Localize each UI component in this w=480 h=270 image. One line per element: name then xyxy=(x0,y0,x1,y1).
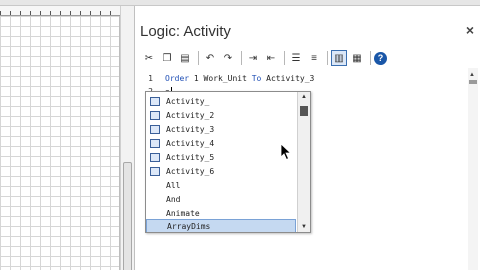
help-icon[interactable]: ? xyxy=(374,51,387,65)
item-label: Activity_6 xyxy=(166,166,215,176)
autocomplete-item[interactable]: Activity_ xyxy=(146,94,296,108)
scroll-down-icon[interactable]: ▼ xyxy=(301,224,307,230)
editor-scroll-thumb[interactable] xyxy=(469,80,477,84)
autocomplete-item[interactable]: Activity_5 xyxy=(146,150,296,164)
code-text: Order 1 Work_Unit To Activity_3 xyxy=(165,74,314,86)
object-icon xyxy=(150,166,160,176)
list-icon[interactable]: ▦ xyxy=(349,50,365,66)
code-fragment: Activity_3 xyxy=(261,74,315,83)
autocomplete-item[interactable]: Activity_6 xyxy=(146,164,296,178)
editor-scrollbar[interactable]: ▲ xyxy=(468,68,478,270)
toolbar-separator xyxy=(241,51,242,65)
popup-scroll-thumb[interactable] xyxy=(300,106,308,116)
item-label: Activity_3 xyxy=(166,124,215,134)
code-fragment: 1 Work_Unit xyxy=(189,74,252,83)
undo-icon[interactable]: ↶ xyxy=(202,50,218,66)
comment-icon[interactable]: ☰ xyxy=(288,50,304,66)
ruler xyxy=(0,6,120,16)
layout-canvas[interactable] xyxy=(0,6,120,270)
uncomment-icon[interactable]: ≡ xyxy=(306,50,322,66)
autocomplete-item[interactable]: All xyxy=(146,178,296,192)
scroll-up-icon[interactable]: ▲ xyxy=(301,94,307,100)
object-icon xyxy=(150,110,160,120)
item-label: Activity_5 xyxy=(166,152,215,162)
scroll-up-icon[interactable]: ▲ xyxy=(469,72,475,78)
window-title: Logic: Activity xyxy=(140,23,231,40)
toolbar-separator xyxy=(198,51,199,65)
redo-icon[interactable]: ↷ xyxy=(220,50,236,66)
item-label: Activity_ xyxy=(166,96,210,106)
item-label: All xyxy=(166,180,181,190)
indent-icon[interactable]: ⇥ xyxy=(245,50,261,66)
object-icon xyxy=(150,96,160,106)
keyword-to: To xyxy=(251,74,262,83)
toolbar-separator xyxy=(284,51,285,65)
canvas-scroll-thumb[interactable] xyxy=(123,162,132,270)
item-label: And xyxy=(166,194,181,204)
toggle-icon[interactable]: ▥ xyxy=(331,50,347,66)
object-icon xyxy=(150,138,160,148)
canvas-scrollbar[interactable] xyxy=(120,6,134,270)
item-label: Animate xyxy=(166,208,200,218)
toolbar-separator xyxy=(327,51,328,65)
item-label: Activity_4 xyxy=(166,138,215,148)
item-label: ArrayDims xyxy=(167,221,211,231)
editor-toolbar: ✂ ❐ ▤ ↶ ↷ ⇥ ⇤ ☰ ≡ ▥ ▦ ? xyxy=(141,48,387,68)
app-root: Logic: Activity × ✂ ❐ ▤ ↶ ↷ ⇥ ⇤ ☰ ≡ ▥ ▦ … xyxy=(0,0,480,270)
item-label: Activity_2 xyxy=(166,110,215,120)
autocomplete-popup[interactable]: Activity_ Activity_2 Activity_3 Activity… xyxy=(145,91,311,233)
autocomplete-item[interactable]: Activity_4 xyxy=(146,136,296,150)
copy-icon[interactable]: ❐ xyxy=(159,50,175,66)
autocomplete-item[interactable]: Activity_2 xyxy=(146,108,296,122)
object-icon xyxy=(150,152,160,162)
autocomplete-item-selected[interactable]: ArrayDims xyxy=(146,219,296,232)
autocomplete-item[interactable]: Animate xyxy=(146,206,296,220)
paste-icon[interactable]: ▤ xyxy=(177,50,193,66)
autocomplete-item[interactable]: And xyxy=(146,192,296,206)
cut-icon[interactable]: ✂ xyxy=(141,50,157,66)
mouse-pointer-icon xyxy=(280,143,292,161)
keyword-order: Order xyxy=(165,74,190,83)
code-line: 1 Order 1 Work_Unit To Activity_3 xyxy=(141,74,314,86)
autocomplete-item[interactable]: Activity_3 xyxy=(146,122,296,136)
object-icon xyxy=(150,124,160,134)
outdent-icon[interactable]: ⇤ xyxy=(263,50,279,66)
line-number: 1 xyxy=(148,74,153,83)
close-icon[interactable]: × xyxy=(466,22,474,38)
popup-scrollbar[interactable]: ▲ ▼ xyxy=(297,92,310,232)
toolbar-separator xyxy=(370,51,371,65)
